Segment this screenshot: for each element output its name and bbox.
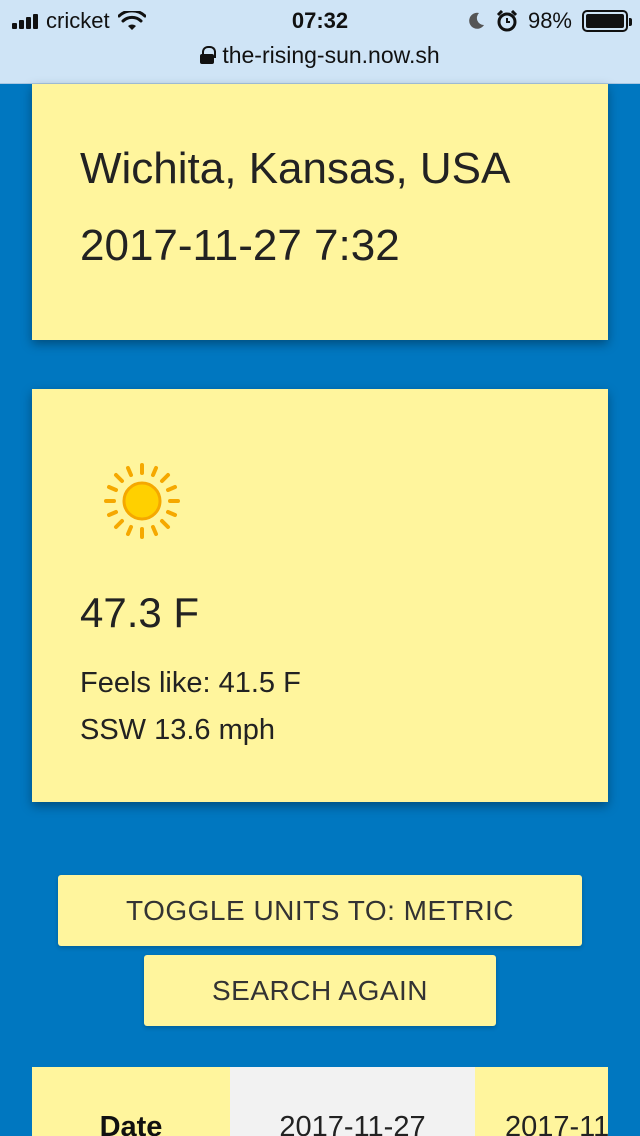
wind-speed: SSW 13.6 mph — [80, 714, 276, 746]
table-cell-date-1: 2017-11-27 — [230, 1067, 475, 1136]
location-card: Wichita, Kansas, USA 2017-11-27 7:32 — [32, 84, 608, 340]
temperature: 47.3 F — [80, 589, 200, 636]
forecast-table: Date 2017-11-27 2017-11 — [32, 1067, 608, 1136]
status-bar: cricket 07:32 98% — [0, 0, 640, 40]
url-bar[interactable]: the-rising-sun.now.sh — [0, 40, 640, 70]
weather-card: 47.3 F Feels like: 41.5 F SSW 13.6 mph — [32, 389, 608, 802]
location-name: Wichita, Kansas, USA — [80, 144, 511, 193]
battery-percent: 98% — [527, 8, 572, 33]
lock-icon — [200, 46, 217, 64]
browser-top-bar: cricket 07:32 98% the-rising-sun.now.sh — [0, 0, 640, 84]
alarm-clock-icon — [496, 10, 518, 32]
moon-icon — [469, 12, 484, 29]
search-again-button[interactable]: SEARCH AGAIN — [144, 955, 496, 1026]
status-right: 98% — [466, 8, 632, 34]
date-cell-text: 2017-11-27 — [279, 1111, 426, 1136]
date-header-label: Date — [99, 1111, 163, 1136]
toggle-units-button[interactable]: TOGGLE UNITS TO: METRIC — [58, 875, 582, 946]
date-cell-text: 2017-11 — [505, 1111, 608, 1136]
feels-like: Feels like: 41.5 F — [80, 667, 301, 699]
battery-icon — [582, 10, 632, 32]
table-cell-date-2: 2017-11 — [475, 1067, 608, 1136]
sun-icon — [104, 463, 180, 539]
url-text: the-rising-sun.now.sh — [222, 41, 440, 68]
location-datetime: 2017-11-27 7:32 — [80, 221, 400, 270]
table-header-date: Date — [32, 1067, 230, 1136]
